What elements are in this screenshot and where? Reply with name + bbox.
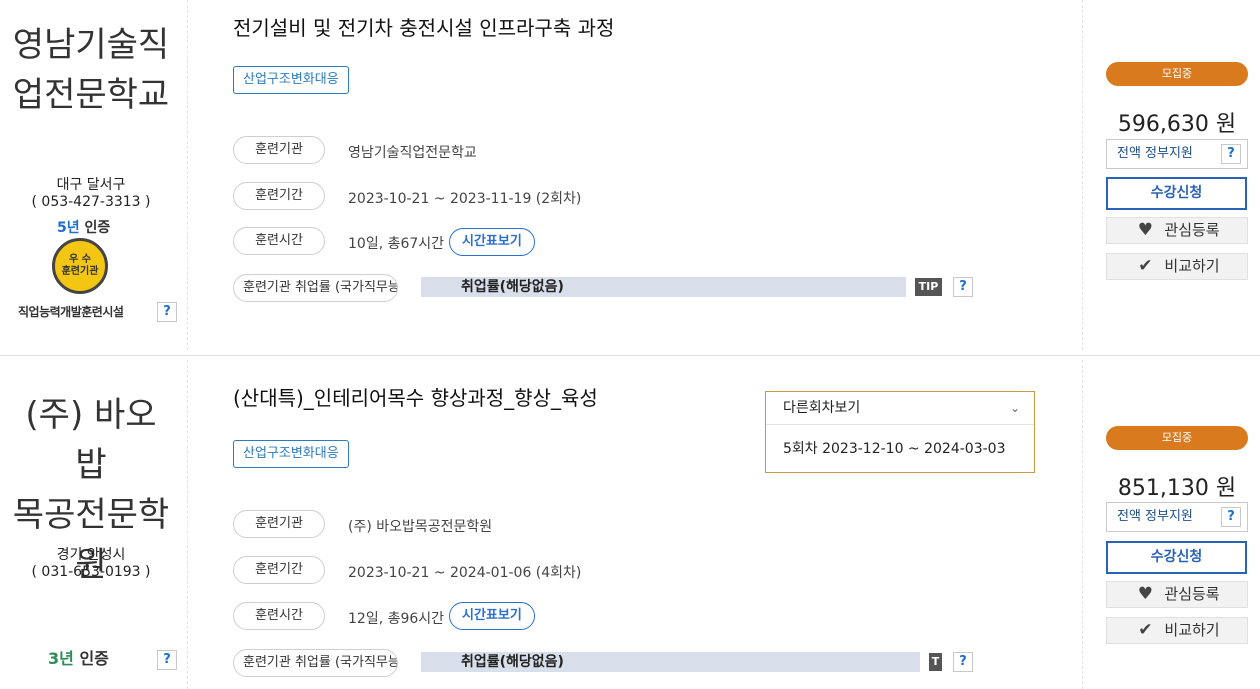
period-value: 2023-10-21 ~ 2024-01-06 (4회차) (348, 565, 582, 581)
help-button[interactable]: ? (1221, 144, 1241, 164)
apply-button[interactable]: 수강신청 (1106, 177, 1247, 210)
course-card-2: (주) 바오밥 목공전문학 원 경기 안성시 ( 031-653-0193 ) … (0, 360, 1260, 689)
period-label: 훈련기간 (233, 556, 325, 584)
period-value: 2023-10-21 ~ 2023-11-19 (2회차) (348, 191, 582, 207)
check-icon: ✔ (1138, 256, 1153, 276)
price: 851,130 원 (1117, 476, 1237, 501)
tip-badge[interactable]: TIP (915, 278, 942, 296)
help-button[interactable]: ? (953, 277, 973, 297)
dropdown-header[interactable]: 다른회차보기 ⌄ (766, 392, 1034, 425)
course-title[interactable]: 전기설비 및 전기차 충전시설 인프라구축 과정 (233, 12, 614, 41)
time-value: 10일, 총67시간 (348, 236, 445, 252)
timetable-button[interactable]: 시간표보기 (449, 228, 535, 256)
time-label: 훈련시간 (233, 602, 325, 630)
heart-icon: ♥ (1137, 584, 1154, 604)
favorite-button[interactable]: ♥ 관심등록 (1106, 581, 1248, 608)
divider (1082, 360, 1083, 689)
org-address: 경기 안성시 ( 031-653-0193 ) (31, 547, 151, 580)
gov-support: 전액 정부지원 ? (1106, 502, 1248, 532)
inst-label: 훈련기관 (233, 510, 325, 538)
excellent-medal-icon: 우 수 훈련기관 (52, 238, 108, 294)
inst-label: 훈련기관 (233, 136, 325, 164)
favorite-button[interactable]: ♥ 관심등록 (1106, 217, 1248, 244)
help-button[interactable]: ? (157, 650, 177, 670)
period-label: 훈련기간 (233, 182, 325, 210)
compare-button[interactable]: ✔ 비교하기 (1106, 617, 1248, 644)
help-button[interactable]: ? (157, 302, 177, 322)
time-label: 훈련시간 (233, 227, 325, 255)
inst-value: (주) 바오밥목공전문학원 (348, 519, 493, 535)
tip-badge[interactable]: T (929, 653, 942, 671)
employment-rate-label: 훈련기관 취업률 (국가직무능력표준) (233, 274, 398, 302)
course-title[interactable]: (산대특)_인테리어목수 향상과정_향상_육성 (233, 382, 598, 411)
employment-rate-label: 훈련기관 취업률 (국가직무능력표준) (233, 649, 398, 677)
inst-value: 영남기술직업전문학교 (348, 145, 477, 161)
divider (1082, 0, 1083, 350)
status-badge: 모집중 (1106, 426, 1248, 450)
heart-icon: ♥ (1137, 220, 1154, 240)
org-address: 대구 달서구 ( 053-427-3313 ) (31, 177, 151, 210)
divider (187, 360, 188, 689)
help-button[interactable]: ? (953, 652, 973, 672)
divider (187, 0, 188, 350)
category-tag: 산업구조변화대응 (233, 66, 349, 94)
employment-rate-bar: 취업률(해당없음) (421, 277, 906, 297)
employment-rate-bar: 취업률(해당없음) (421, 652, 920, 672)
price: 596,630 원 (1117, 112, 1237, 137)
help-button[interactable]: ? (1221, 507, 1241, 527)
timetable-button[interactable]: 시간표보기 (449, 602, 535, 630)
status-badge: 모집중 (1106, 62, 1248, 86)
dropdown-option[interactable]: 5회차 2023-12-10 ~ 2024-03-03 (766, 425, 1034, 473)
check-icon: ✔ (1138, 620, 1153, 640)
other-session-dropdown[interactable]: 다른회차보기 ⌄ 5회차 2023-12-10 ~ 2024-03-03 (765, 391, 1035, 473)
apply-button[interactable]: 수강신청 (1106, 541, 1247, 574)
cert-badge: 5년 인증 (57, 220, 111, 236)
gov-support: 전액 정부지원 ? (1106, 139, 1248, 169)
time-value: 12일, 총96시간 (348, 611, 445, 627)
facility-label: 직업능력개발훈련시설 (18, 305, 124, 319)
course-card-1: 영남기술직 업전문학교 대구 달서구 ( 053-427-3313 ) 5년 인… (0, 0, 1260, 350)
cert-badge: 3년 인증 (48, 649, 109, 668)
compare-button[interactable]: ✔ 비교하기 (1106, 253, 1248, 280)
card-separator (0, 355, 1260, 356)
chevron-down-icon: ⌄ (1009, 401, 1020, 415)
org-name[interactable]: 영남기술직 업전문학교 (10, 20, 172, 120)
category-tag: 산업구조변화대응 (233, 440, 349, 468)
